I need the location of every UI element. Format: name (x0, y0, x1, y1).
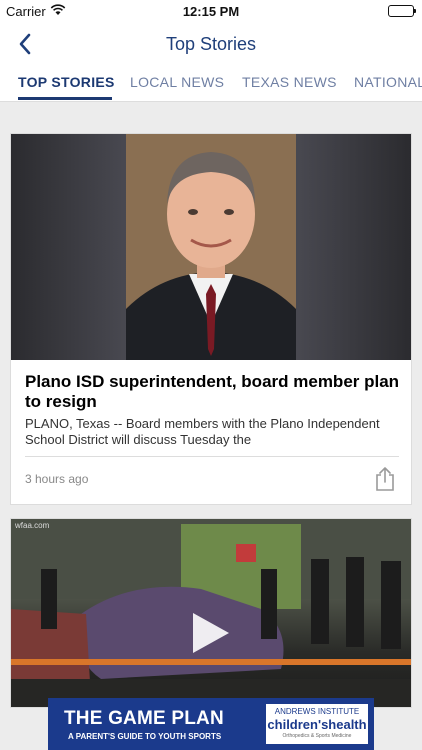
story-headline[interactable]: Plano ISD superintendent, board member p… (25, 372, 401, 412)
tab-local-news[interactable]: LOCAL NEWS (130, 74, 224, 90)
source-watermark: wfaa.com (15, 521, 50, 530)
sponsor-logo-top: ANDREWS INSTITUTE (274, 707, 360, 716)
play-icon (193, 613, 229, 653)
clock: 12:15 PM (182, 4, 240, 19)
battery-icon (388, 5, 416, 17)
navigation-bar: Top Stories (0, 22, 422, 66)
video-story-card[interactable]: wfaa.com (10, 518, 412, 708)
tab-top-stories[interactable]: TOP STORIES (18, 74, 115, 90)
share-icon (376, 467, 394, 491)
story-timestamp: 3 hours ago (25, 472, 89, 486)
tab-texas-news[interactable]: TEXAS NEWS (242, 74, 337, 90)
play-button[interactable] (191, 611, 231, 655)
status-bar: Carrier 12:15 PM (0, 0, 422, 22)
section-tabs: TOP STORIES LOCAL NEWS TEXAS NEWS NATION… (0, 66, 422, 102)
story-photo (11, 134, 411, 360)
sponsor-logo-sub: Orthopedics & Sports Medicine (282, 733, 352, 739)
ad-banner[interactable]: THE GAME PLAN A PARENT'S GUIDE TO YOUTH … (48, 698, 374, 750)
page-title: Top Stories (165, 34, 257, 54)
share-button[interactable] (373, 466, 397, 492)
ad-title: THE GAME PLAN (64, 708, 224, 729)
story-card[interactable]: Plano ISD superintendent, board member p… (10, 133, 412, 505)
story-summary: PLANO, Texas -- Board members with the P… (25, 416, 380, 447)
tab-national[interactable]: NATIONAL (354, 74, 422, 90)
sponsor-logo-main: children'shealth (267, 717, 367, 732)
ad-subtitle: A PARENT'S GUIDE TO YOUTH SPORTS (68, 732, 222, 741)
divider (25, 456, 399, 457)
sponsor-logo: ANDREWS INSTITUTE children'shealth Ortho… (266, 704, 368, 744)
active-tab-indicator (18, 97, 112, 100)
